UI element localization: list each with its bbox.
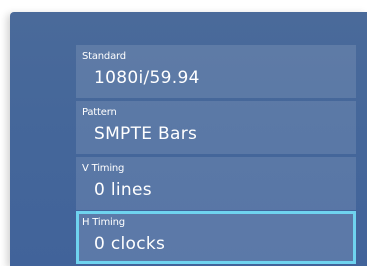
h-timing-value: 0 clocks xyxy=(94,234,166,254)
pattern-label: Pattern xyxy=(82,107,117,118)
h-timing-field[interactable]: H Timing 0 clocks xyxy=(76,211,356,264)
h-timing-label: H Timing xyxy=(82,217,125,228)
standard-label: Standard xyxy=(82,51,126,62)
v-timing-field[interactable]: V Timing 0 lines xyxy=(76,157,356,210)
pattern-value: SMPTE Bars xyxy=(94,124,198,144)
screen: Standard 1080i/59.94 Pattern SMPTE Bars … xyxy=(0,0,367,266)
v-timing-label: V Timing xyxy=(82,163,125,174)
standard-value: 1080i/59.94 xyxy=(94,68,200,88)
standard-field[interactable]: Standard 1080i/59.94 xyxy=(76,45,356,98)
settings-panel: Standard 1080i/59.94 Pattern SMPTE Bars … xyxy=(10,12,367,266)
v-timing-value: 0 lines xyxy=(94,180,152,200)
pattern-field[interactable]: Pattern SMPTE Bars xyxy=(76,101,356,154)
